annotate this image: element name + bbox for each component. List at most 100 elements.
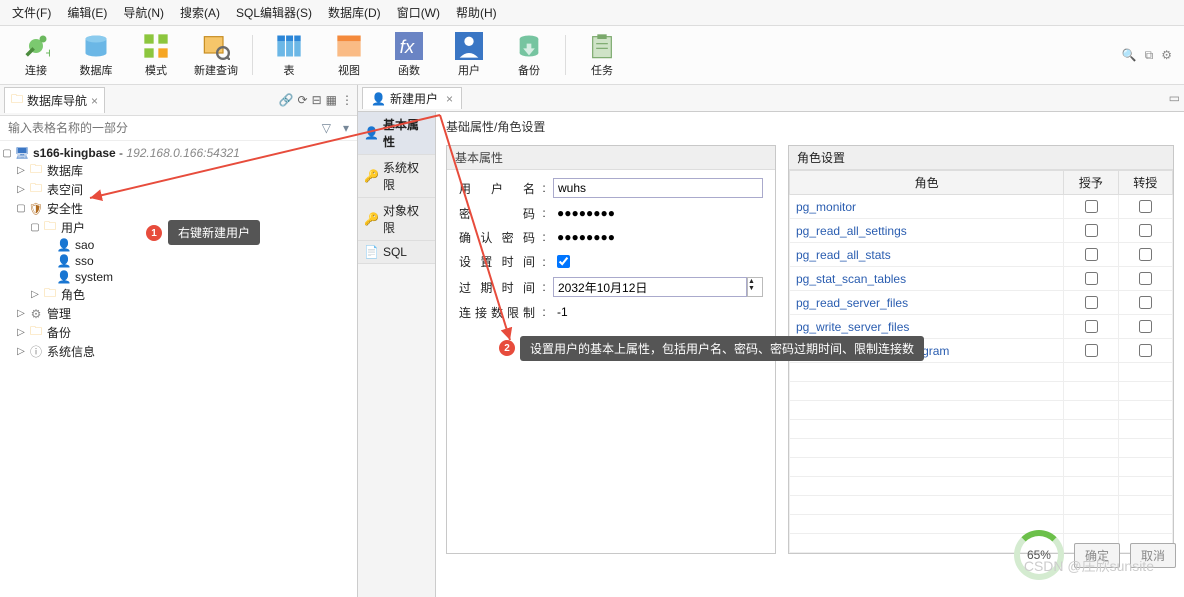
info-icon: ⓘ [28, 345, 44, 359]
admin-cb[interactable] [1139, 272, 1152, 285]
close-icon[interactable]: × [446, 92, 453, 106]
folder-icon: 🗀 [28, 164, 44, 178]
table-row: pg_read_all_settings [790, 219, 1173, 243]
tree-backup[interactable]: 备份 [47, 324, 71, 341]
grant-cb[interactable] [1085, 272, 1098, 285]
tree-tablespace[interactable]: 表空间 [47, 181, 83, 198]
filter-dd-icon[interactable]: ▾ [337, 121, 355, 135]
table-row [790, 382, 1173, 401]
tool-newquery[interactable]: 新建查询 [186, 30, 246, 80]
tool-task[interactable]: 任务 [572, 30, 632, 80]
col-grant[interactable]: 授予 [1064, 171, 1118, 195]
filter-icon[interactable]: ▽ [316, 121, 337, 135]
table-row [790, 496, 1173, 515]
tab-newuser[interactable]: 👤 新建用户 × [362, 87, 462, 109]
menu-sqleditor[interactable]: SQL编辑器(S) [228, 2, 320, 23]
vtab-sql[interactable]: 📄SQL [358, 241, 435, 264]
callout-1: 右键新建用户 [168, 220, 260, 245]
menu-db[interactable]: 数据库(D) [320, 2, 389, 23]
grant-cb[interactable] [1085, 344, 1098, 357]
shield-icon: 🛡 [28, 202, 44, 216]
menu-window[interactable]: 窗口(W) [389, 2, 448, 23]
grant-cb[interactable] [1085, 248, 1098, 261]
date-spinner[interactable]: ▲▼ [747, 277, 763, 297]
view-icon[interactable]: ▦ [326, 93, 337, 107]
col-role[interactable]: 角色 [790, 171, 1064, 195]
table-row [790, 477, 1173, 496]
roles-table[interactable]: 角色授予转授 pg_monitor pg_read_all_settings p… [789, 170, 1173, 553]
navigator-tab[interactable]: 🗀 数据库导航 × [4, 87, 105, 113]
link-icon[interactable]: 🔗 [279, 93, 294, 107]
tree-user-sso[interactable]: sso [75, 254, 94, 268]
grant-cb[interactable] [1085, 296, 1098, 309]
tab-label: 新建用户 [390, 90, 438, 107]
menu-edit[interactable]: 编辑(E) [59, 2, 115, 23]
tree-database[interactable]: 数据库 [47, 162, 83, 179]
close-icon[interactable]: × [91, 94, 98, 108]
tree-user-system[interactable]: system [75, 270, 113, 284]
username-input[interactable] [553, 178, 763, 198]
confirm-input[interactable] [553, 228, 763, 246]
tool-connect[interactable]: +连接 [6, 30, 66, 80]
expire-input[interactable] [553, 277, 747, 297]
menu-search[interactable]: 搜索(A) [172, 2, 228, 23]
tree-user-sao[interactable]: sao [75, 238, 94, 252]
grant-cb[interactable] [1085, 224, 1098, 237]
tool-function[interactable]: fx函数 [379, 30, 439, 80]
vtab-sysperm[interactable]: 🔑系统权限 [358, 155, 435, 198]
vtab-basic[interactable]: 👤基本属性 [358, 112, 435, 155]
settime-checkbox[interactable] [557, 255, 570, 268]
search-icon[interactable]: 🔍 [1122, 48, 1137, 63]
table-row [790, 363, 1173, 382]
connlimit-input[interactable] [553, 303, 763, 321]
table-row: pg_read_all_stats [790, 243, 1173, 267]
menu-file[interactable]: 文件(F) [4, 2, 59, 23]
grant-cb[interactable] [1085, 200, 1098, 213]
menu-help[interactable]: 帮助(H) [448, 2, 505, 23]
layout-icon[interactable]: ⧉ [1145, 48, 1154, 63]
admin-cb[interactable] [1139, 224, 1152, 237]
admin-cb[interactable] [1139, 344, 1152, 357]
tree[interactable]: ▢🖥s166-kingbase - 192.168.0.166:54321 ▷🗀… [0, 141, 357, 597]
folder-icon: 🗀 [28, 326, 44, 340]
grant-cb[interactable] [1085, 320, 1098, 333]
settime-label: 设置时间 [459, 253, 535, 270]
admin-cb[interactable] [1139, 320, 1152, 333]
tree-root[interactable]: s166-kingbase [33, 146, 116, 160]
col-admin[interactable]: 转授 [1118, 171, 1172, 195]
db-icon: 🖥 [14, 146, 30, 160]
vertical-tabs: 👤基本属性 🔑系统权限 🔑对象权限 📄SQL [358, 112, 436, 597]
tool-user[interactable]: 用户 [439, 30, 499, 80]
vtab-objperm[interactable]: 🔑对象权限 [358, 198, 435, 241]
password-input[interactable] [553, 204, 763, 222]
tool-backup[interactable]: 备份 [499, 30, 559, 80]
menu-nav[interactable]: 导航(N) [115, 2, 172, 23]
admin-cb[interactable] [1139, 296, 1152, 309]
tree-admin[interactable]: 管理 [47, 305, 71, 322]
collapse-icon[interactable]: ⊟ [312, 93, 322, 107]
tree-sysinfo[interactable]: 系统信息 [47, 343, 95, 360]
table-row [790, 420, 1173, 439]
admin-cb[interactable] [1139, 248, 1152, 261]
tool-table[interactable]: 表 [259, 30, 319, 80]
tool-schema[interactable]: 模式 [126, 30, 186, 80]
table-row [790, 439, 1173, 458]
minmax-icon[interactable]: ▭ [1169, 91, 1180, 105]
folder-icon: 🗀 [42, 288, 58, 302]
tool-view[interactable]: 视图 [319, 30, 379, 80]
tree-roles[interactable]: 角色 [61, 286, 85, 303]
tree-security[interactable]: 安全性 [47, 200, 83, 217]
filter-input[interactable] [2, 118, 316, 138]
username-label: 用 户 名 [459, 180, 535, 197]
table-row: pg_monitor [790, 195, 1173, 219]
more-icon[interactable]: ⋮ [341, 93, 353, 107]
gear-icon[interactable]: ⚙ [1161, 48, 1172, 63]
refresh-icon[interactable]: ⟳ [298, 93, 308, 107]
tree-users[interactable]: 用户 [61, 219, 85, 236]
confirm-label: 确认密码 [459, 229, 535, 246]
navigator-title: 数据库导航 [27, 92, 87, 109]
user-icon: 👤 [56, 270, 72, 284]
menubar[interactable]: 文件(F) 编辑(E) 导航(N) 搜索(A) SQL编辑器(S) 数据库(D)… [0, 0, 1184, 26]
admin-cb[interactable] [1139, 200, 1152, 213]
tool-database[interactable]: 数据库 [66, 30, 126, 80]
